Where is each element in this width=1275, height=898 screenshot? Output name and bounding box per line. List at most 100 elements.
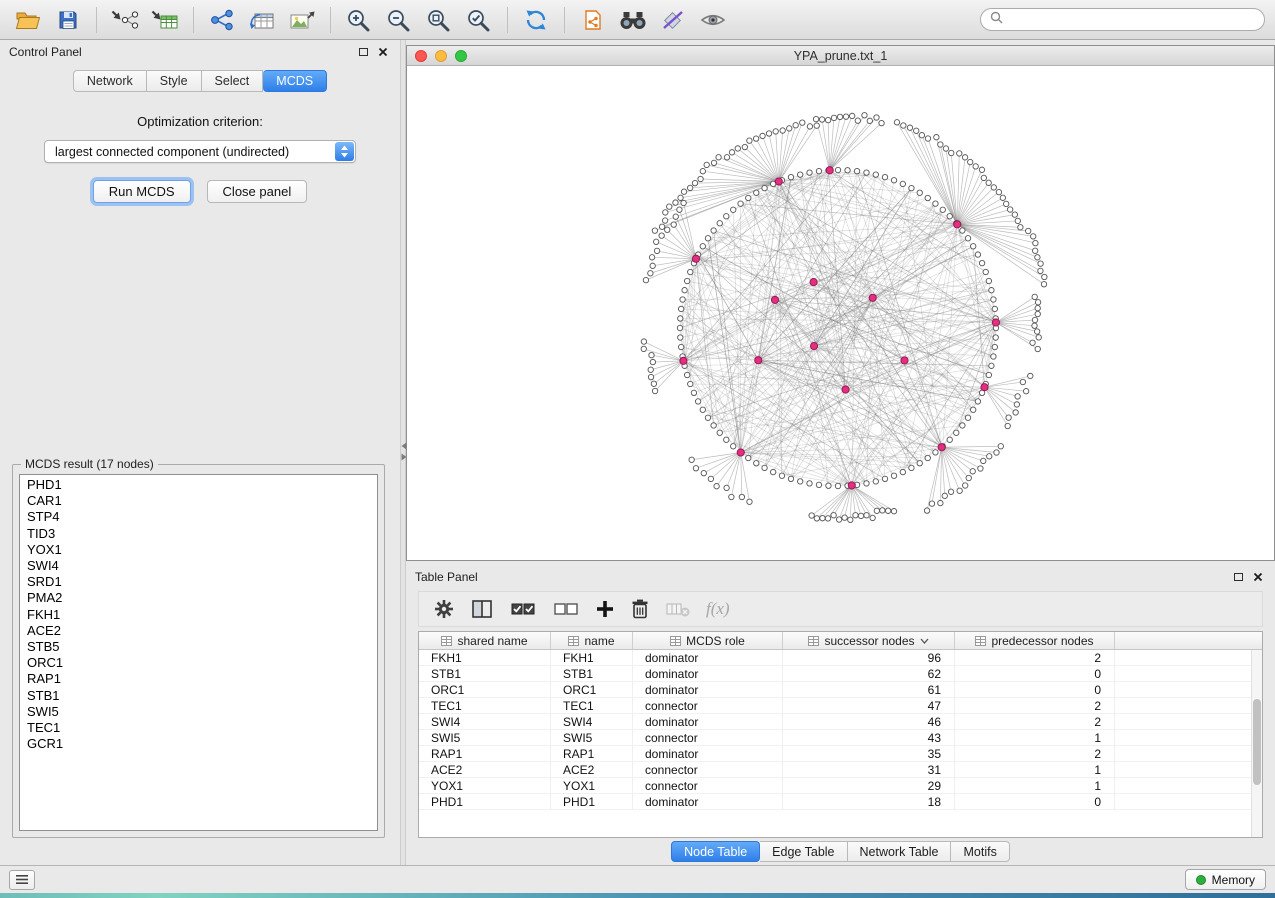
delete-column-button[interactable]	[665, 594, 691, 624]
table-row[interactable]: STB1STB1dominator620	[419, 666, 1262, 682]
hide-selected-button[interactable]	[655, 5, 691, 35]
import-table-button[interactable]	[147, 5, 183, 35]
table-row[interactable]: YOX1YOX1connector291	[419, 778, 1262, 794]
first-neighbors-button[interactable]	[615, 5, 651, 35]
tab-motifs[interactable]: Motifs	[951, 841, 1009, 862]
table-row[interactable]: SWI4SWI4dominator462	[419, 714, 1262, 730]
open-session-button[interactable]	[10, 5, 46, 35]
tab-edge-table[interactable]: Edge Table	[760, 841, 847, 862]
control-panel-close-button[interactable]	[375, 44, 391, 60]
export-image-button[interactable]	[284, 5, 320, 35]
binoculars-icon	[618, 9, 648, 31]
mcds-result-list[interactable]: PHD1CAR1STP4TID3YOX1SWI4SRD1PMA2FKH1ACE2…	[19, 474, 378, 831]
result-node[interactable]: RAP1	[27, 671, 377, 687]
tab-select[interactable]: Select	[202, 70, 264, 92]
network-window-titlebar[interactable]: YPA_prune.txt_1	[407, 46, 1274, 66]
maximize-window-button[interactable]	[455, 50, 467, 62]
search-box[interactable]	[980, 8, 1265, 31]
cell-predecessor-nodes: 0	[955, 794, 1115, 809]
tab-style[interactable]: Style	[147, 70, 202, 92]
close-panel-button[interactable]: Close panel	[207, 180, 308, 203]
column-header-successor-nodes[interactable]: successor nodes	[783, 632, 955, 649]
table-panel-float-button[interactable]	[1230, 569, 1246, 585]
criterion-select[interactable]: largest connected component (undirected)	[44, 140, 356, 163]
column-header-shared-name[interactable]: shared name	[419, 632, 551, 649]
result-node[interactable]: ORC1	[27, 655, 377, 671]
table-row[interactable]: ORC1ORC1dominator610	[419, 682, 1262, 698]
table-row[interactable]: SWI5SWI5connector431	[419, 730, 1262, 746]
zoom-selected-button[interactable]	[461, 5, 497, 35]
result-node[interactable]: SWI4	[27, 558, 377, 574]
control-panel-float-button[interactable]	[355, 44, 371, 60]
result-node[interactable]: FKH1	[27, 607, 377, 623]
table-panel: Table Panel f(x) shared namenameMC	[406, 565, 1275, 865]
show-graphics-details-button[interactable]	[695, 5, 731, 35]
search-input[interactable]	[1009, 13, 1255, 27]
table-scrollbar[interactable]	[1251, 650, 1262, 837]
right-column: YPA_prune.txt_1 Table Panel	[406, 40, 1275, 865]
new-network-button[interactable]	[204, 5, 240, 35]
show-columns-button[interactable]	[470, 594, 494, 624]
result-node[interactable]: TEC1	[27, 720, 377, 736]
window-controls	[415, 50, 467, 62]
result-node[interactable]: ACE2	[27, 623, 377, 639]
delete-row-button[interactable]	[630, 594, 650, 624]
result-node[interactable]: STB5	[27, 639, 377, 655]
function-builder-button[interactable]: f(x)	[706, 594, 730, 624]
memory-button[interactable]: Memory	[1185, 869, 1266, 890]
table-row[interactable]: PHD1PHD1dominator180	[419, 794, 1262, 810]
select-all-button[interactable]	[509, 594, 537, 624]
network-graph[interactable]	[407, 66, 1274, 560]
tab-network-table[interactable]: Network Table	[848, 841, 952, 862]
save-session-button[interactable]	[50, 5, 86, 35]
column-header-mcds-role[interactable]: MCDS role	[633, 632, 783, 649]
table-row[interactable]: ACE2ACE2connector311	[419, 762, 1262, 778]
control-panel: Control Panel NetworkStyleSelectMCDS Opt…	[0, 40, 400, 865]
result-node[interactable]: SWI5	[27, 704, 377, 720]
table-panel-close-button[interactable]	[1250, 569, 1266, 585]
column-settings-button[interactable]	[433, 594, 455, 624]
new-network-table-button[interactable]	[244, 5, 280, 35]
table-row[interactable]: FKH1FKH1dominator962	[419, 650, 1262, 666]
export-document-button[interactable]	[575, 5, 611, 35]
tab-node-table[interactable]: Node Table	[671, 841, 760, 862]
result-node[interactable]: SRD1	[27, 574, 377, 590]
result-node[interactable]: TID3	[27, 526, 377, 542]
panel-menu-button[interactable]	[9, 870, 35, 890]
scrollbar-thumb[interactable]	[1253, 699, 1261, 785]
run-mcds-button[interactable]: Run MCDS	[93, 180, 191, 203]
cell-name: YOX1	[551, 778, 633, 793]
column-header-predecessor-nodes[interactable]: predecessor nodes	[955, 632, 1115, 649]
apply-layout-button[interactable]	[518, 5, 554, 35]
zoom-in-button[interactable]	[341, 5, 377, 35]
panel-splitter[interactable]	[400, 40, 406, 865]
result-node[interactable]: PMA2	[27, 590, 377, 606]
minimize-window-button[interactable]	[435, 50, 447, 62]
hide-selected-icon	[660, 9, 686, 31]
table-row[interactable]: RAP1RAP1dominator352	[419, 746, 1262, 762]
zoom-fit-button[interactable]	[421, 5, 457, 35]
close-window-button[interactable]	[415, 50, 427, 62]
zoom-out-button[interactable]	[381, 5, 417, 35]
fx-icon: f(x)	[706, 599, 730, 619]
result-node[interactable]: CAR1	[27, 493, 377, 509]
column-header-name[interactable]: name	[551, 632, 633, 649]
result-node[interactable]: GCR1	[27, 736, 377, 752]
cell-filler	[1115, 714, 1262, 729]
result-node[interactable]: PHD1	[27, 477, 377, 493]
result-node[interactable]: YOX1	[27, 542, 377, 558]
gear-icon	[433, 598, 455, 620]
columns-icon	[470, 598, 494, 620]
tab-network[interactable]: Network	[73, 70, 147, 92]
network-icon	[209, 9, 235, 31]
result-node[interactable]: STB1	[27, 688, 377, 704]
result-node[interactable]: STP4	[27, 509, 377, 525]
import-network-button[interactable]	[107, 5, 143, 35]
cell-name: SWI4	[551, 714, 633, 729]
deselect-all-button[interactable]	[552, 594, 580, 624]
cell-predecessor-nodes: 2	[955, 650, 1115, 665]
table-row[interactable]: TEC1TEC1connector472	[419, 698, 1262, 714]
add-row-button[interactable]	[595, 594, 615, 624]
network-canvas[interactable]	[407, 66, 1274, 560]
tab-mcds[interactable]: MCDS	[263, 70, 327, 92]
